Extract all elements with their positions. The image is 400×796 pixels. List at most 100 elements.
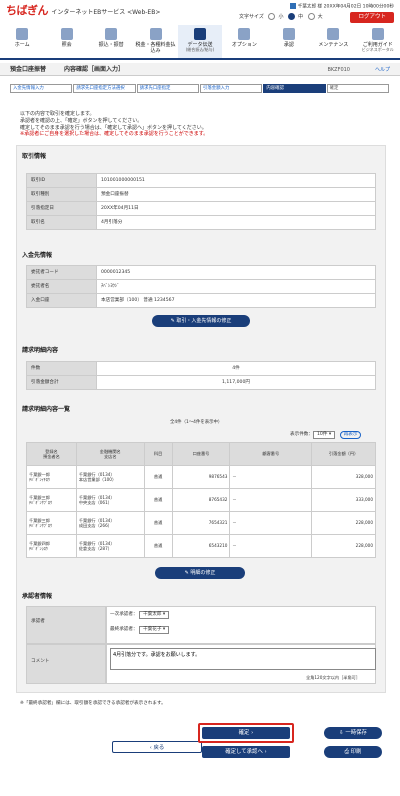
table-row: 千葉銀一郎 ﾁﾊﾞｷﾞﾝｲﾁﾛｳ 千葉銀行（0134） 本店営業部（100） 普通 9…: [26, 465, 376, 489]
step-5: 確定: [326, 84, 389, 93]
edit-payee-button[interactable]: ✎ 取引・入金先情報の修正: [152, 315, 250, 327]
first-approver-row: 一次承認者： 千葉太郎 ▾: [110, 611, 210, 619]
comment-field[interactable]: 4月引落分です。承認をお願いします。: [110, 648, 376, 670]
kv-row: 取引種別 預金口座振替: [26, 187, 376, 202]
column-header: 引落金額（円）: [311, 442, 376, 466]
table-cell: 千葉銀行（0134） 佐倉支店（287）: [75, 534, 145, 558]
table-cell: 千葉銀行（0134） 成田支店（266）: [75, 511, 145, 535]
transaction-heading: 取引情報: [22, 153, 47, 160]
print-button[interactable]: ⎙ 印刷: [324, 746, 382, 758]
table-cell: －: [229, 465, 313, 489]
inquiry-icon: [60, 28, 73, 40]
list-count: 全4件（1～4件を表示中）: [170, 420, 223, 425]
home-icon: [16, 28, 29, 40]
column-header: 口座番号: [171, 442, 231, 466]
per-page-control: 表示件数： 10件 ▾ 再表示: [290, 431, 362, 439]
kv-row: 取引ID 101001000000151: [26, 173, 376, 188]
table-cell: 千葉銀三郎 ﾁﾊﾞｷﾞﾝｻﾌﾞﾛｳ: [26, 488, 77, 512]
user-info: 千葉太郎 様 20XX年04月02日 10時00分00秒: [289, 3, 394, 10]
column-header: 顧客番号: [229, 442, 313, 466]
option-icon: [238, 28, 251, 40]
nav-item-2[interactable]: 振込・振替: [89, 25, 133, 58]
table-cell: 普通: [143, 511, 173, 535]
nav-item-0[interactable]: ホーム: [0, 25, 44, 58]
font-small-button[interactable]: [268, 13, 276, 20]
kv-row: 委託者名 ﾁﾊﾞｼﾖｳｼﾞ: [26, 279, 376, 294]
approver-note: ※「最終承認者」欄には、取引額を承認できる承認者が表示されます。: [20, 701, 166, 706]
kv-row: 引落指定日 20XX年04月11日: [26, 201, 376, 216]
font-large-button[interactable]: [307, 13, 315, 20]
table-row: 千葉銀三郎 ﾁﾊﾞｷﾞﾝｻﾌﾞﾛｳ 千葉銀行（0134） 成田支店（266） 普通 7…: [26, 511, 376, 535]
comment-limit: 全角120文字以内［半角可］: [306, 675, 361, 680]
logout-button[interactable]: ログアウト: [350, 12, 394, 23]
table-cell: 333,000: [311, 488, 376, 512]
final-approver-row: 最終承認者： 千葉花子 ▾: [110, 626, 210, 634]
edit-details-button[interactable]: ✎ 明細の修正: [155, 567, 245, 579]
table-cell: 普通: [143, 488, 173, 512]
comment-label: コメント: [26, 644, 106, 684]
back-button[interactable]: ‹ 戻る: [112, 741, 202, 753]
global-nav: ホーム 照会 振込・振替 税金・各種料金払込み データ伝送 (総合振込/給与) オプション承…: [0, 25, 400, 60]
column-header: 金融機関名 支店名: [75, 442, 145, 466]
confirm-button[interactable]: 確定 ›: [202, 727, 290, 739]
column-header: 登録名 預金者名: [26, 442, 77, 466]
table-cell: 千葉銀行（0134） 中央支店（061）: [75, 488, 145, 512]
table-cell: 千葉銀行（0134） 本店営業部（100）: [75, 465, 145, 489]
step-2: 請求先口座指定: [136, 84, 199, 93]
table-header: 登録名 預金者名 金融機関名 支店名 科目 口座番号 顧客番号 引落金額（円）: [26, 442, 376, 466]
kv-row: 取引名 4月引落分: [26, 215, 376, 230]
screen-code: BKZF010: [327, 67, 350, 73]
table-cell: －: [229, 511, 313, 535]
page-title-bar: 預金口座振替 内容確認［画面入力］ BKZF010 ヘルプ: [0, 63, 400, 76]
per-page-select[interactable]: 10件 ▾: [312, 431, 336, 439]
intro-text: 以下の内容で取引を確定します。 承認者を確認の上、「確定」ボタンを押してください。…: [20, 111, 209, 138]
list-heading: 請求明細内容一覧: [22, 406, 71, 413]
help-link[interactable]: ヘルプ: [375, 67, 390, 73]
nav-item-6[interactable]: 承認: [267, 25, 311, 58]
nav-item-3[interactable]: 税金・各種料金払込み: [133, 25, 177, 58]
summary-heading: 請求明細内容: [22, 347, 59, 354]
tax-icon: [149, 28, 162, 40]
nav-item-1[interactable]: 照会: [44, 25, 88, 58]
kv-row: 入金口座 本店営業部（100） 普通 1234567: [26, 293, 376, 308]
step-0: 入金先情報入力: [10, 84, 73, 93]
step-1: 請求先口座指定方法選択: [73, 84, 136, 93]
first-approver-select[interactable]: 千葉太郎 ▾: [139, 611, 170, 619]
table-cell: 千葉銀三郎 ﾁﾊﾞｷﾞﾝｻﾌﾞﾛｳ: [26, 511, 77, 535]
table-row: 千葉銀三郎 ﾁﾊﾞｷﾞﾝｻﾌﾞﾛｳ 千葉銀行（0134） 中央支店（061） 普通 8…: [26, 488, 376, 512]
nav-item-7[interactable]: メンテナンス: [311, 25, 355, 58]
data-transmission-icon: [193, 28, 206, 40]
save-draft-button[interactable]: ⇩ 一時保存: [324, 727, 382, 739]
table-cell: 8765432: [171, 488, 231, 512]
table-cell: 千葉銀一郎 ﾁﾊﾞｷﾞﾝｲﾁﾛｳ: [26, 465, 77, 489]
payee-heading: 入金先情報: [22, 252, 53, 259]
table-cell: 228,000: [311, 534, 376, 558]
table-cell: 228,000: [311, 511, 376, 535]
kv-row: 委託者コード 0000012345: [26, 265, 376, 280]
service-title: 預金口座振替: [10, 66, 47, 73]
font-mid-button[interactable]: [288, 13, 296, 20]
table-cell: 9876543: [171, 465, 231, 489]
approval-icon: [282, 28, 295, 40]
transfer-icon: [105, 28, 118, 40]
maintenance-icon: [327, 28, 340, 40]
table-cell: 6543210: [171, 534, 231, 558]
approver-heading: 承認者情報: [22, 593, 53, 600]
detail-list-table: 登録名 預金者名 金融機関名 支店名 科目 口座番号 顧客番号 引落金額（円） 千葉銀一郎 …: [26, 442, 376, 558]
transaction-table: 取引ID 101001000000151 取引種別 預金口座振替 引落指定日 20XX年0…: [26, 173, 376, 230]
table-cell: 普通: [143, 465, 173, 489]
nav-item-4[interactable]: データ伝送 (総合振込/給与): [177, 25, 223, 58]
final-approver-select[interactable]: 千葉花子 ▾: [139, 626, 170, 634]
user-icon: [289, 3, 296, 9]
bank-logo: ちばぎん インターネットEBサービス <Web-EB>: [6, 4, 161, 17]
table-cell: －: [229, 488, 313, 512]
redisplay-button[interactable]: 再表示: [339, 431, 362, 439]
column-header: 科目: [143, 442, 173, 466]
nav-item-5[interactable]: オプション: [222, 25, 266, 58]
table-cell: 328,000: [311, 465, 376, 489]
table-cell: 普通: [143, 534, 173, 558]
confirm-approve-button[interactable]: 確定して承認へ ›: [202, 746, 290, 758]
kv-row: 件数 4件: [26, 361, 376, 376]
table-row: 千葉銀四郎 ﾁﾊﾞｷﾞﾝｼﾛｳ 千葉銀行（0134） 佐倉支店（287） 普通 654…: [26, 534, 376, 558]
nav-item-8[interactable]: ご利用ガイド ビジネスポータル: [356, 25, 400, 58]
